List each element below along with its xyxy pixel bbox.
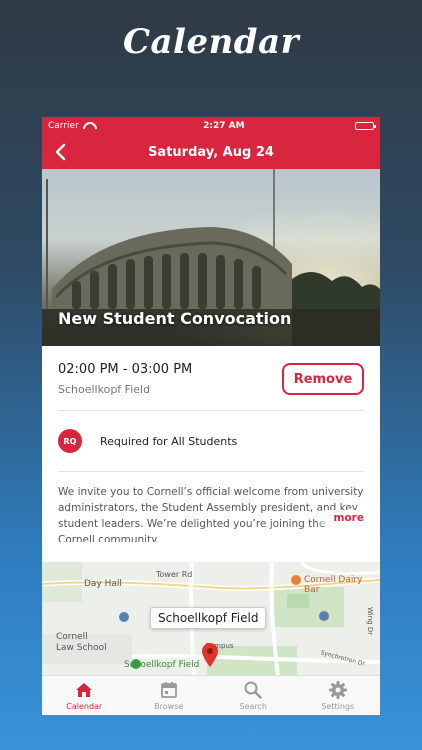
home-icon [76,683,93,697]
map-label-wing-dr: Wing Dr [366,607,374,636]
back-chevron-icon[interactable] [50,141,72,163]
tab-bar: Calendar Browse Search Settings [42,675,380,715]
tab-settings[interactable]: Settings [296,676,381,715]
hero-image: New Student Convocation [42,169,380,346]
search-icon [244,681,262,699]
tab-browse[interactable]: Browse [127,676,212,715]
requirement-row: RQ Required for All Students [58,411,364,472]
map-pin-icon[interactable] [202,643,218,667]
time-row: 02:00 PM - 03:00 PM Schoellkopf Field Re… [58,346,364,411]
tab-calendar[interactable]: Calendar [42,676,127,715]
status-time: 2:27 AM [203,121,245,131]
map-label-law-school: Cornell Law School [56,632,107,653]
status-bar: Carrier 2:27 AM [42,117,380,135]
more-link[interactable]: more [313,510,364,526]
tab-label-settings: Settings [321,702,355,711]
event-time: 02:00 PM - 03:00 PM [58,362,193,377]
promo-title: Calendar [122,22,300,62]
event-details: 02:00 PM - 03:00 PM Schoellkopf Field Re… [42,346,380,542]
map-label-dairy-bar: Cornell Dairy Bar [304,575,363,595]
wifi-icon [83,122,93,130]
event-location: Schoellkopf Field [58,383,151,396]
nav-bar: Saturday, Aug 24 [42,135,380,169]
battery-icon [354,122,376,130]
map-label-field: Schoellkopf Field [124,660,200,670]
remove-button[interactable]: Remove [282,363,364,395]
calendar-icon [160,682,177,698]
requirement-badge: RQ [58,429,82,453]
map-callout[interactable]: Schoellkopf Field [150,607,267,629]
carrier-label: Carrier [48,121,79,131]
event-description-block: We invite you to Cornell’s official welc… [58,472,364,542]
status-left: Carrier [48,121,93,131]
map-label-day-hall: Day Hall [84,579,122,589]
tab-label-browse: Browse [154,702,184,711]
event-title: New Student Convocation [58,309,292,328]
map-label-tower-rd: Tower Rd [156,570,193,579]
location-map[interactable]: Day Hall Tower Rd Cornell Dairy Bar Wing… [42,562,380,676]
tab-label-search: Search [239,702,267,711]
requirement-text: Required for All Students [100,434,238,448]
gear-icon [328,681,347,699]
time-info: 02:00 PM - 03:00 PM Schoellkopf Field [58,362,192,396]
phone-screen: Carrier 2:27 AM Saturday, Aug 24 New Stu… [42,117,380,715]
nav-title: Saturday, Aug 24 [148,144,274,160]
tab-label-calendar: Calendar [66,702,103,711]
tab-search[interactable]: Search [211,676,296,715]
